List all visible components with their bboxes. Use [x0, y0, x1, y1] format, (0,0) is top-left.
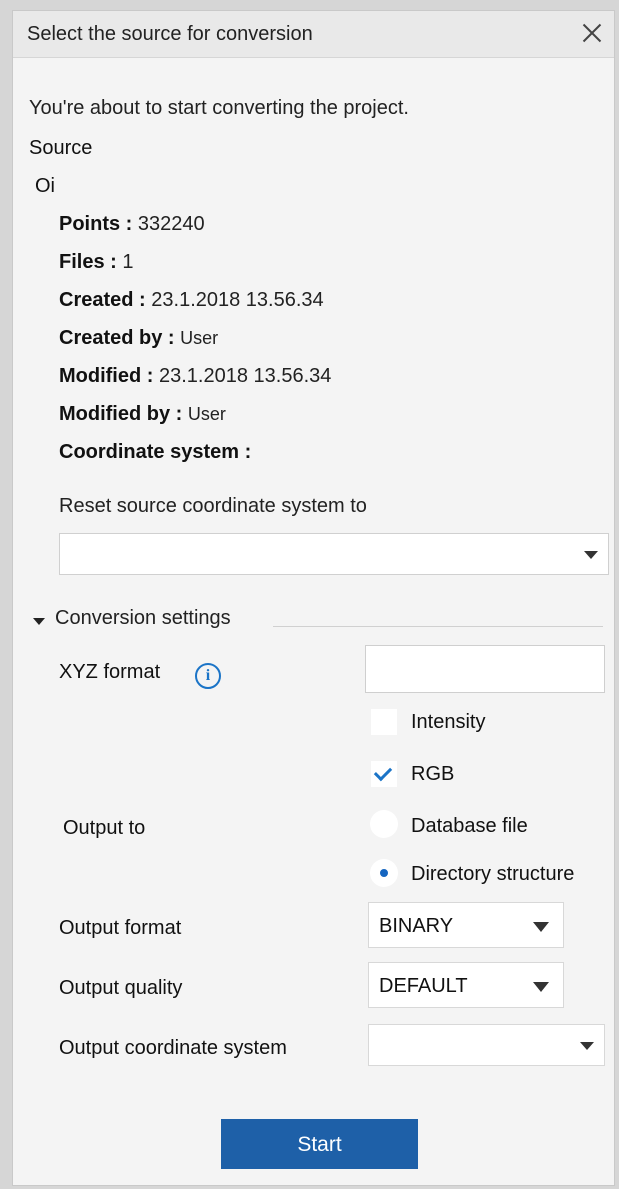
coordinate-system-label: Coordinate system :	[59, 441, 252, 463]
output-quality-value: DEFAULT	[379, 975, 468, 997]
database-file-radio[interactable]	[370, 810, 398, 838]
database-file-label: Database file	[411, 815, 528, 837]
output-format-value: BINARY	[379, 915, 454, 937]
output-coordinate-system-label: Output coordinate system	[59, 1037, 287, 1059]
modified-by-label: Modified by :	[59, 403, 183, 425]
reset-coordinate-select[interactable]	[59, 533, 609, 575]
rgb-checkbox[interactable]	[371, 761, 397, 787]
output-format-label: Output format	[59, 917, 182, 939]
directory-structure-label: Directory structure	[411, 863, 575, 885]
source-name: Oi	[35, 175, 55, 197]
created-by-value: User	[180, 328, 219, 348]
files-value: 1	[122, 251, 134, 273]
start-button[interactable]: Start	[221, 1119, 418, 1169]
modified-by-value: User	[187, 404, 226, 424]
intro-text: You're about to start converting the pro…	[29, 97, 409, 119]
points-label: Points :	[59, 213, 133, 235]
rgb-label: RGB	[411, 763, 455, 785]
radio-selected-dot	[380, 869, 388, 877]
chevron-down-icon	[533, 922, 549, 932]
created-label: Created :	[59, 289, 146, 311]
info-icon[interactable]: i	[195, 663, 221, 689]
created-by-label: Created by :	[59, 327, 175, 349]
conversion-settings-header[interactable]: Conversion settings	[55, 607, 231, 630]
intensity-label: Intensity	[411, 711, 486, 733]
modified-value: 23.1.2018 13.56.34	[159, 365, 332, 387]
modified-label: Modified :	[59, 365, 154, 387]
collapse-caret-icon[interactable]	[33, 618, 45, 625]
xyz-format-input[interactable]	[365, 645, 605, 693]
conversion-dialog: Select the source for conversion You're …	[12, 10, 615, 1186]
files-label: Files :	[59, 251, 117, 273]
points-value: 332240	[137, 213, 205, 235]
title-bar: Select the source for conversion	[13, 11, 614, 58]
chevron-down-icon	[533, 982, 549, 992]
chevron-down-icon	[580, 1042, 594, 1050]
directory-structure-radio[interactable]	[370, 859, 398, 887]
source-header: Source	[29, 137, 93, 159]
chevron-down-icon	[584, 551, 598, 559]
intensity-checkbox[interactable]	[371, 709, 397, 735]
close-icon[interactable]	[578, 19, 606, 47]
output-to-label: Output to	[63, 817, 146, 839]
xyz-format-label: XYZ format	[59, 661, 161, 683]
output-quality-select[interactable]: DEFAULT	[368, 962, 564, 1008]
section-divider	[273, 626, 603, 627]
output-quality-label: Output quality	[59, 977, 183, 999]
output-format-select[interactable]: BINARY	[368, 902, 564, 948]
dialog-title: Select the source for conversion	[27, 23, 313, 45]
output-coordinate-system-select[interactable]	[368, 1024, 605, 1066]
reset-label: Reset source coordinate system to	[59, 495, 367, 517]
checkmark-icon	[373, 762, 393, 782]
created-value: 23.1.2018 13.56.34	[151, 289, 324, 311]
